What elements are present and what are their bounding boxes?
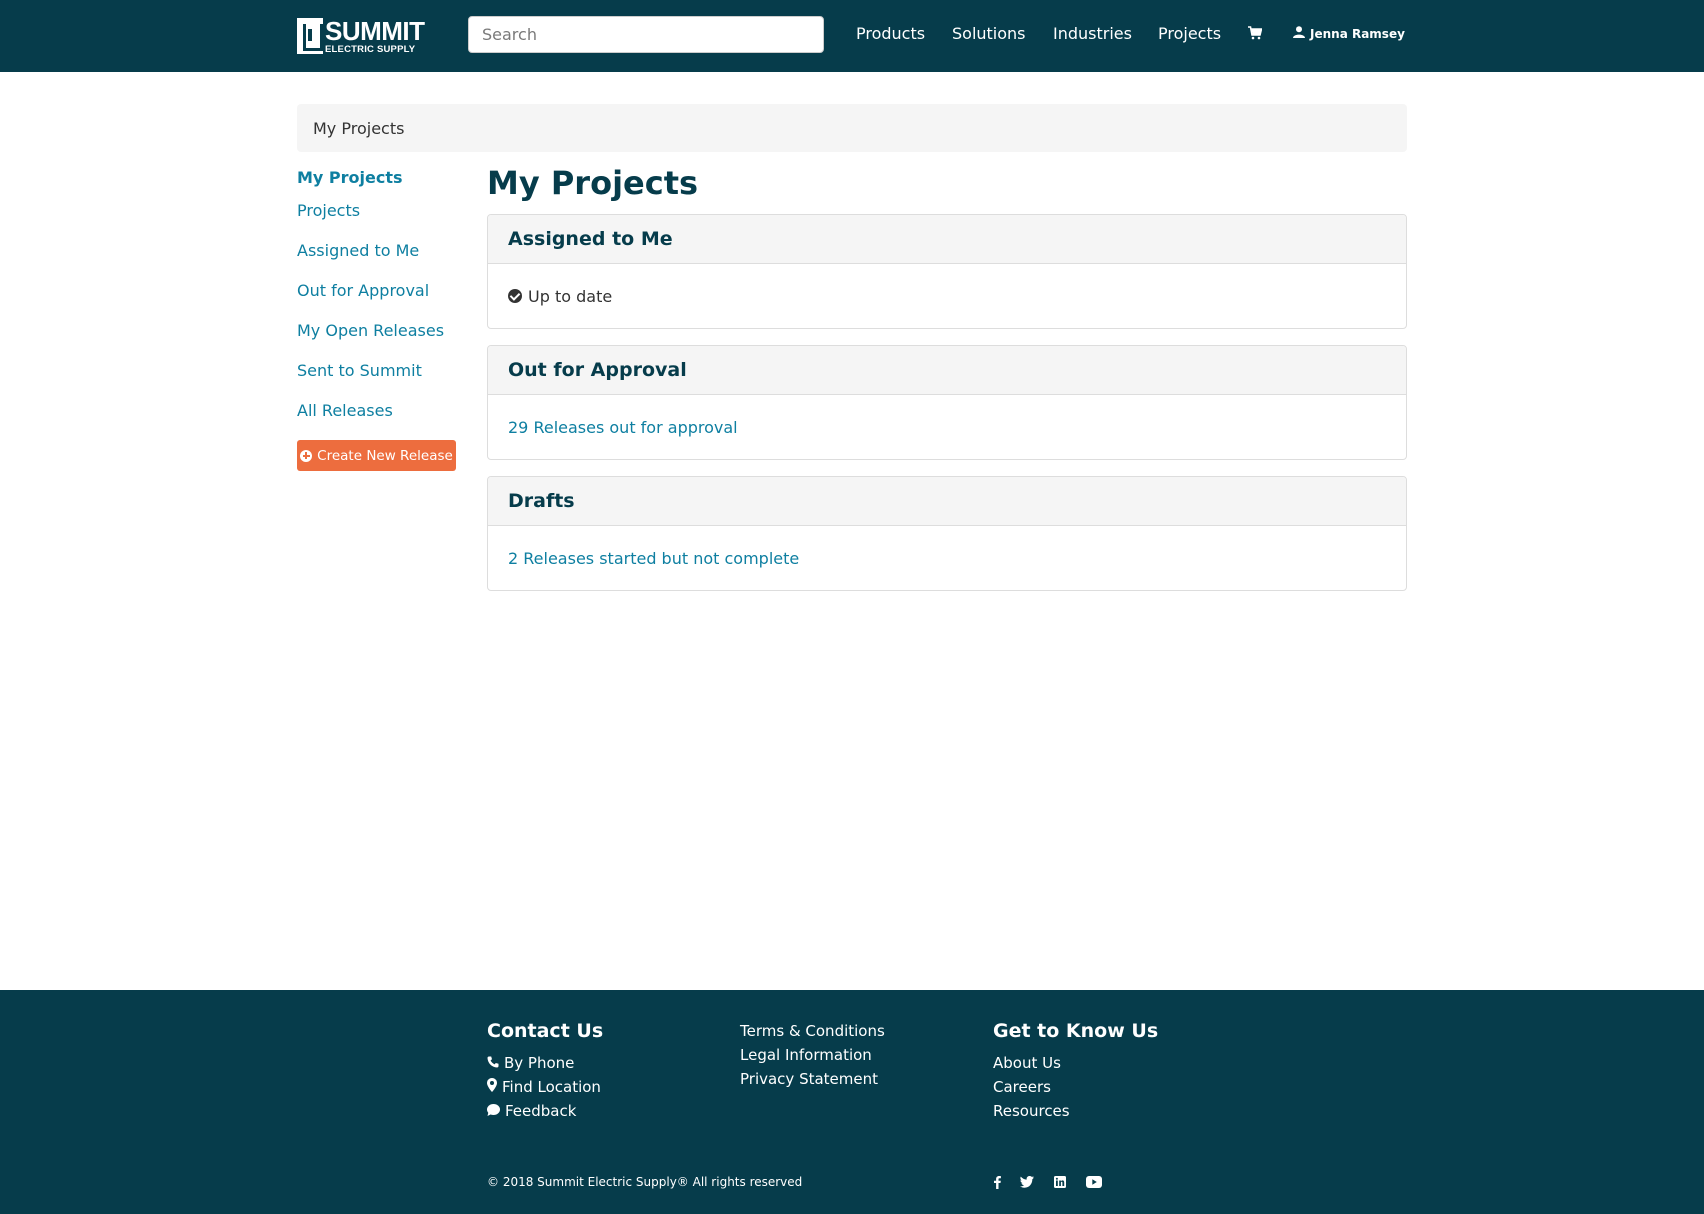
logo-main-text: SUMMIT [325,15,425,46]
panel-out-for-approval: Out for Approval 29 Releases out for app… [487,345,1407,460]
youtube-icon[interactable] [1086,1175,1102,1189]
linkedin-icon[interactable] [1052,1175,1068,1189]
cart-icon[interactable] [1248,25,1263,40]
nav-projects[interactable]: Projects [1158,24,1221,43]
summit-logo[interactable]: SUMMIT ELECTRIC SUPPLY [297,18,439,54]
sidebar-item-projects[interactable]: Projects [297,201,360,220]
facebook-icon[interactable] [989,1175,1005,1189]
copyright-text: © 2018 Summit Electric Supply® All right… [487,1175,803,1189]
footer-about-link[interactable]: About Us [993,1054,1061,1072]
twitter-icon[interactable] [1019,1175,1035,1189]
user-menu[interactable]: Jenna Ramsey [1293,26,1405,41]
sidebar-item-my-open-releases[interactable]: My Open Releases [297,321,444,340]
panel-heading: Out for Approval [488,346,1406,395]
top-navbar: SUMMIT ELECTRIC SUPPLY Products Solution… [0,0,1704,72]
panel-heading: Assigned to Me [488,215,1406,264]
panel-assigned-to-me: Assigned to Me Up to date [487,214,1407,329]
user-name: Jenna Ramsey [1310,26,1405,41]
status-text: Up to date [528,286,613,306]
user-icon [1293,26,1305,41]
footer-terms-link[interactable]: Terms & Conditions [740,1022,885,1040]
panel-heading: Drafts [488,477,1406,526]
plus-circle-icon [300,449,313,462]
panel-drafts: Drafts 2 Releases started but not comple… [487,476,1407,591]
footer-link-label: Feedback [505,1102,577,1120]
map-marker-icon [487,1078,497,1096]
footer-link-label: Find Location [502,1078,601,1096]
footer-feedback[interactable]: Feedback [487,1102,576,1120]
sidebar-item-all-releases[interactable]: All Releases [297,401,393,420]
footer-by-phone[interactable]: By Phone [487,1054,574,1072]
footer-resources-link[interactable]: Resources [993,1102,1070,1120]
footer-find-location[interactable]: Find Location [487,1078,601,1096]
footer: Contact Us By Phone Find Location Feedba… [0,990,1704,1214]
breadcrumb-current: My Projects [313,118,405,138]
create-new-release-button[interactable]: Create New Release [297,440,456,471]
breadcrumb: My Projects [297,104,1407,152]
comment-icon [487,1102,500,1120]
phone-icon [487,1054,499,1072]
search-input[interactable] [468,16,824,53]
footer-legal-link[interactable]: Legal Information [740,1046,872,1064]
draft-releases-link[interactable]: 2 Releases started but not complete [508,549,799,568]
check-circle-icon [508,289,522,303]
footer-privacy-link[interactable]: Privacy Statement [740,1070,878,1088]
sidebar-item-assigned-to-me[interactable]: Assigned to Me [297,241,419,260]
footer-careers-link[interactable]: Careers [993,1078,1051,1096]
footer-contact-heading: Contact Us [487,1020,604,1042]
sidebar-title[interactable]: My Projects [297,168,403,187]
footer-know-us-heading: Get to Know Us [993,1020,1159,1042]
create-new-release-label: Create New Release [317,447,453,464]
sidebar-item-sent-to-summit[interactable]: Sent to Summit [297,361,422,380]
nav-solutions[interactable]: Solutions [952,24,1026,43]
nav-industries[interactable]: Industries [1053,24,1132,43]
logo-mark-icon [297,18,323,54]
logo-sub-text: ELECTRIC SUPPLY [325,43,416,55]
sidebar-item-out-for-approval[interactable]: Out for Approval [297,281,429,300]
page-title: My Projects [487,164,699,202]
releases-out-for-approval-link[interactable]: 29 Releases out for approval [508,418,738,437]
footer-link-label: By Phone [504,1054,575,1072]
nav-products[interactable]: Products [856,24,925,43]
status-up-to-date: Up to date [508,287,612,306]
